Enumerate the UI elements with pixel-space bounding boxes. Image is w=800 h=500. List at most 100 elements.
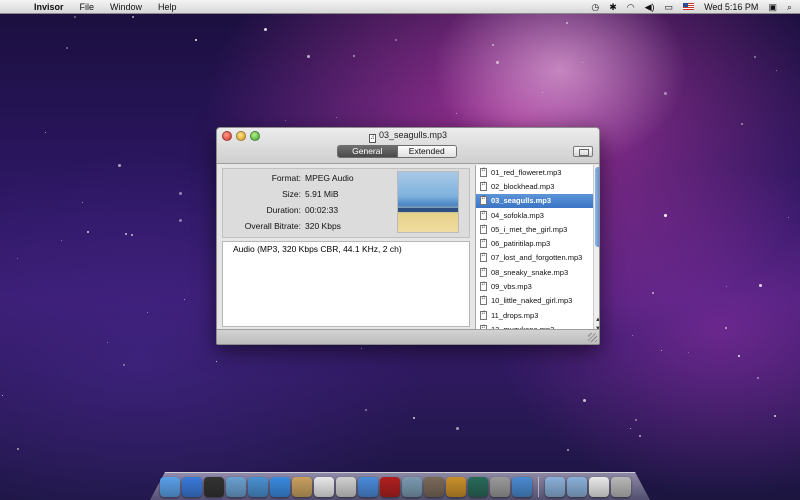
star: [352, 54, 355, 57]
file-list-item[interactable]: 10_little_naked_girl.mp3: [476, 294, 599, 308]
info-label: Duration:: [266, 205, 302, 215]
star: [565, 22, 568, 25]
title-bar[interactable]: ♫ 03_seagulls.mp3 General Extended: [217, 128, 599, 164]
stream-item: Audio (MP3, 320 Kbps CBR, 44.1 KHz, 2 ch…: [233, 244, 402, 254]
downloads-stack-icon[interactable]: [589, 477, 609, 497]
scroll-thumb[interactable]: [595, 167, 599, 247]
system-preferences-icon[interactable]: [490, 477, 510, 497]
documents-folder-icon[interactable]: [567, 477, 587, 497]
safari-icon[interactable]: [248, 477, 268, 497]
photo-booth-icon[interactable]: [380, 477, 400, 497]
file-list-item[interactable]: 07_lost_and_forgotten.mp3: [476, 251, 599, 265]
star: [307, 55, 311, 59]
star: [541, 91, 543, 93]
star: [788, 216, 790, 218]
file-list-item[interactable]: 01_red_floweret.mp3: [476, 165, 599, 179]
file-list-item[interactable]: 03_seagulls.mp3: [476, 193, 599, 208]
star: [754, 56, 757, 59]
album-artwork: [397, 171, 459, 233]
scroll-up-arrow-icon[interactable]: ▲: [594, 316, 599, 324]
file-list-item[interactable]: 04_sofokla.mp3: [476, 208, 599, 222]
file-name: 03_seagulls.mp3: [491, 196, 552, 206]
star: [87, 231, 90, 234]
menu-file[interactable]: File: [72, 0, 103, 14]
menu-help[interactable]: Help: [150, 0, 185, 14]
ichat-icon[interactable]: [270, 477, 290, 497]
mail-icon[interactable]: [226, 477, 246, 497]
dashboard-icon[interactable]: [204, 477, 224, 497]
bluetooth-icon[interactable]: ✱: [609, 0, 617, 14]
toggle-sidebar-button[interactable]: [573, 146, 593, 157]
help-icon[interactable]: [512, 477, 532, 497]
file-name: 09_vbs.mp3: [491, 282, 532, 292]
view-switcher: General Extended: [337, 145, 457, 158]
star: [17, 447, 20, 450]
star: [773, 414, 776, 417]
star: [66, 46, 69, 49]
preview-icon[interactable]: [336, 477, 356, 497]
menu-clock[interactable]: Wed 5:16 PM: [704, 0, 758, 14]
file-name: 07_lost_and_forgotten.mp3: [491, 253, 583, 263]
menu-extras: ◷ ✱ ◠ ◀) ▭ Wed 5:16 PM ▣ ⌕: [591, 0, 800, 14]
garageband-icon[interactable]: [446, 477, 466, 497]
itunes-icon[interactable]: [358, 477, 378, 497]
trash-icon[interactable]: [611, 477, 631, 497]
address-book-icon[interactable]: [292, 477, 312, 497]
info-row-size: Size: 5.91 MiB: [223, 189, 403, 204]
star: [395, 39, 398, 42]
file-list-item[interactable]: 05_i_met_the_girl.mp3: [476, 222, 599, 236]
star: [638, 434, 641, 437]
star: [2, 394, 4, 396]
file-name: 11_drops.mp3: [491, 310, 539, 320]
volume-icon[interactable]: ◀): [645, 0, 655, 14]
file-list-item[interactable]: 06_patiritilap.mp3: [476, 236, 599, 250]
star: [567, 448, 570, 451]
menu-app-name[interactable]: Invisor: [26, 0, 72, 14]
star: [61, 240, 63, 242]
file-list-item[interactable]: 08_sneaky_snake.mp3: [476, 265, 599, 279]
star: [45, 131, 47, 133]
star: [361, 348, 363, 350]
star: [183, 298, 185, 300]
spotlight-icon[interactable]: ⌕: [787, 0, 792, 14]
star: [264, 28, 268, 32]
file-name: 10_little_naked_girl.mp3: [491, 296, 573, 306]
music-file-icon: [480, 238, 487, 249]
streams-list[interactable]: Audio (MP3, 320 Kbps CBR, 44.1 KHz, 2 ch…: [222, 241, 470, 327]
file-name: 02_blockhead.mp3: [491, 181, 555, 191]
file-name: 01_red_floweret.mp3: [491, 167, 562, 177]
battery-icon[interactable]: ▭: [665, 0, 674, 14]
file-list-item[interactable]: 09_vbs.mp3: [476, 279, 599, 293]
star: [663, 214, 667, 218]
menu-window[interactable]: Window: [102, 0, 150, 14]
finder-icon[interactable]: [160, 477, 180, 497]
music-file-icon: ♫: [368, 134, 376, 143]
file-list-scrollbar[interactable]: ▲ ▼: [593, 165, 599, 333]
time-machine-icon[interactable]: ◷: [591, 0, 599, 14]
applications-folder-icon[interactable]: [545, 477, 565, 497]
iphoto-icon[interactable]: [402, 477, 422, 497]
file-list[interactable]: 01_red_floweret.mp3 02_blockhead.mp3 03_se…: [475, 165, 599, 333]
star: [660, 350, 662, 352]
music-file-icon: [480, 210, 487, 220]
tab-general[interactable]: General: [338, 146, 397, 157]
window-title: ♫ 03_seagulls.mp3: [217, 130, 599, 143]
star: [125, 233, 128, 236]
ical-icon[interactable]: [314, 477, 334, 497]
star: [194, 38, 197, 41]
music-file-icon: [480, 281, 487, 292]
file-list-item[interactable]: 11_drops.mp3: [476, 308, 599, 322]
user-icon[interactable]: ▣: [768, 0, 777, 14]
window-title-text: 03_seagulls.mp3: [378, 130, 448, 140]
imovie-icon[interactable]: [424, 477, 444, 497]
file-list-item[interactable]: 02_blockhead.mp3: [476, 179, 599, 193]
star: [582, 62, 584, 64]
wifi-icon[interactable]: ◠: [627, 0, 635, 14]
resize-grip-icon[interactable]: [588, 333, 597, 342]
app-store-icon[interactable]: [182, 477, 202, 497]
time-machine-icon[interactable]: [468, 477, 488, 497]
star: [130, 234, 133, 237]
star: [726, 285, 728, 287]
flag-icon[interactable]: [683, 3, 695, 10]
tab-extended[interactable]: Extended: [396, 146, 456, 157]
